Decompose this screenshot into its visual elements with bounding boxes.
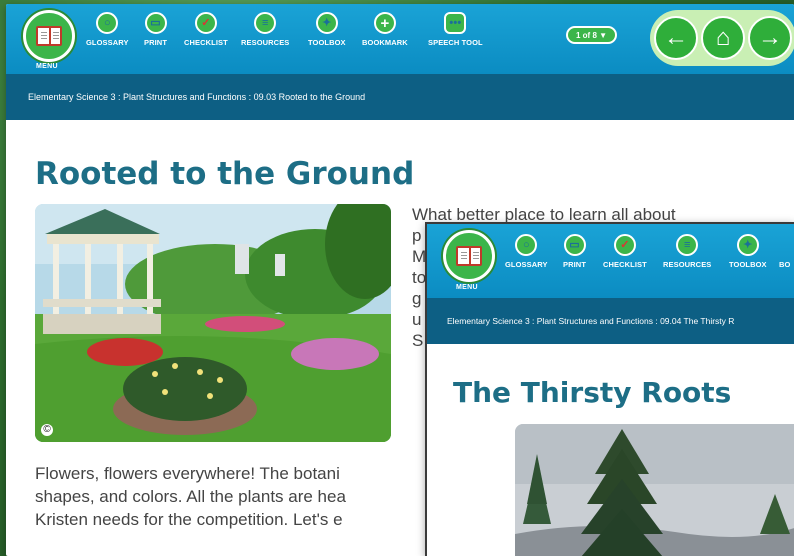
copyright-badge: © xyxy=(41,424,53,436)
magnifier-icon: ○ xyxy=(515,234,538,256)
page-selector[interactable]: 1 of 8 ▼ xyxy=(566,26,618,44)
garden-illustration xyxy=(35,204,391,442)
resources-label: RESOURCES xyxy=(663,260,712,269)
page-title: Rooted to the Ground xyxy=(35,156,415,192)
toolbox-button[interactable]: ✦ TOOLBOX xyxy=(308,12,346,47)
bookmark-label: BO xyxy=(779,260,791,269)
bookmark-button[interactable]: + BOOKMARK xyxy=(362,12,408,47)
breadcrumb: Elementary Science 3 : Plant Structures … xyxy=(427,298,794,344)
menu-label: MENU xyxy=(456,284,478,291)
paragraph-line: Kristen needs for the competition. Let's… xyxy=(35,510,343,529)
paragraph-line: Flowers, flowers everywhere! The botani xyxy=(35,464,340,483)
checklist-label: CHECKLIST xyxy=(184,38,228,47)
menu-button[interactable] xyxy=(23,10,75,62)
bookmark-label: BOOKMARK xyxy=(362,38,408,47)
checkmark-icon: ✓ xyxy=(194,12,217,34)
arrow-left-icon: ← xyxy=(664,24,688,51)
speech-tool-button[interactable]: ••• SPEECH TOOL xyxy=(428,12,483,47)
print-button[interactable]: ▭ PRINT xyxy=(563,234,586,269)
arrow-right-icon: → xyxy=(758,24,782,51)
page-title: The Thirsty Roots xyxy=(453,376,732,409)
wrench-icon: ✦ xyxy=(736,234,759,256)
printer-icon: ▭ xyxy=(144,12,167,34)
back-button[interactable]: ← xyxy=(654,16,698,60)
garden-photo: © xyxy=(35,204,391,442)
print-button[interactable]: ▭ PRINT xyxy=(144,12,167,47)
glossary-button[interactable]: ○ GLOSSARY xyxy=(505,234,548,269)
paragraph-line: shapes, and colors. All the plants are h… xyxy=(35,487,346,506)
checklist-button[interactable]: ✓ CHECKLIST xyxy=(184,12,228,47)
checklist-label: CHECKLIST xyxy=(603,260,647,269)
home-button[interactable]: ⌂ xyxy=(701,16,745,60)
home-icon: ⌂ xyxy=(715,24,731,51)
speech-bubble-icon: ••• xyxy=(444,12,467,34)
body-paragraph: Flowers, flowers everywhere! The botani … xyxy=(35,462,455,531)
book-icon xyxy=(456,246,482,266)
resources-button[interactable]: ≡ RESOURCES xyxy=(241,12,289,47)
list-icon: ≡ xyxy=(254,12,277,34)
magnifier-icon: ○ xyxy=(96,12,119,34)
checkmark-icon: ✓ xyxy=(613,234,636,256)
tree-photo xyxy=(515,424,794,556)
menu-button[interactable] xyxy=(443,230,495,282)
toolbox-label: TOOLBOX xyxy=(729,260,767,269)
wrench-icon: ✦ xyxy=(315,12,338,34)
glossary-label: GLOSSARY xyxy=(86,38,129,47)
checklist-button[interactable]: ✓ CHECKLIST xyxy=(603,234,647,269)
bookmark-button[interactable]: BO xyxy=(779,234,794,269)
navigation-group: ← ⌂ → xyxy=(650,10,794,66)
plus-icon: + xyxy=(373,12,396,34)
resources-button[interactable]: ≡ RESOURCES xyxy=(663,234,711,269)
clipped-icon xyxy=(779,234,794,256)
printer-icon: ▭ xyxy=(563,234,586,256)
forward-button[interactable]: → xyxy=(748,16,792,60)
toolbar: MENU ○ GLOSSARY ▭ PRINT ✓ CHECKLIST ≡ RE… xyxy=(427,224,794,298)
glossary-button[interactable]: ○ GLOSSARY xyxy=(86,12,129,47)
toolbox-label: TOOLBOX xyxy=(308,38,346,47)
list-icon: ≡ xyxy=(676,234,699,256)
toolbar: MENU ○ GLOSSARY ▭ PRINT ✓ CHECKLIST ≡ RE… xyxy=(6,4,794,74)
toolbox-button[interactable]: ✦ TOOLBOX xyxy=(729,234,767,269)
book-icon xyxy=(36,26,62,46)
lesson-window-thirsty-roots: MENU ○ GLOSSARY ▭ PRINT ✓ CHECKLIST ≡ RE… xyxy=(425,222,794,556)
speech-tool-label: SPEECH TOOL xyxy=(428,38,483,47)
tree-illustration xyxy=(515,424,794,556)
print-label: PRINT xyxy=(144,38,167,47)
glossary-label: GLOSSARY xyxy=(505,260,548,269)
resources-label: RESOURCES xyxy=(241,38,290,47)
print-label: PRINT xyxy=(563,260,586,269)
breadcrumb: Elementary Science 3 : Plant Structures … xyxy=(6,74,794,120)
menu-label: MENU xyxy=(36,63,58,70)
